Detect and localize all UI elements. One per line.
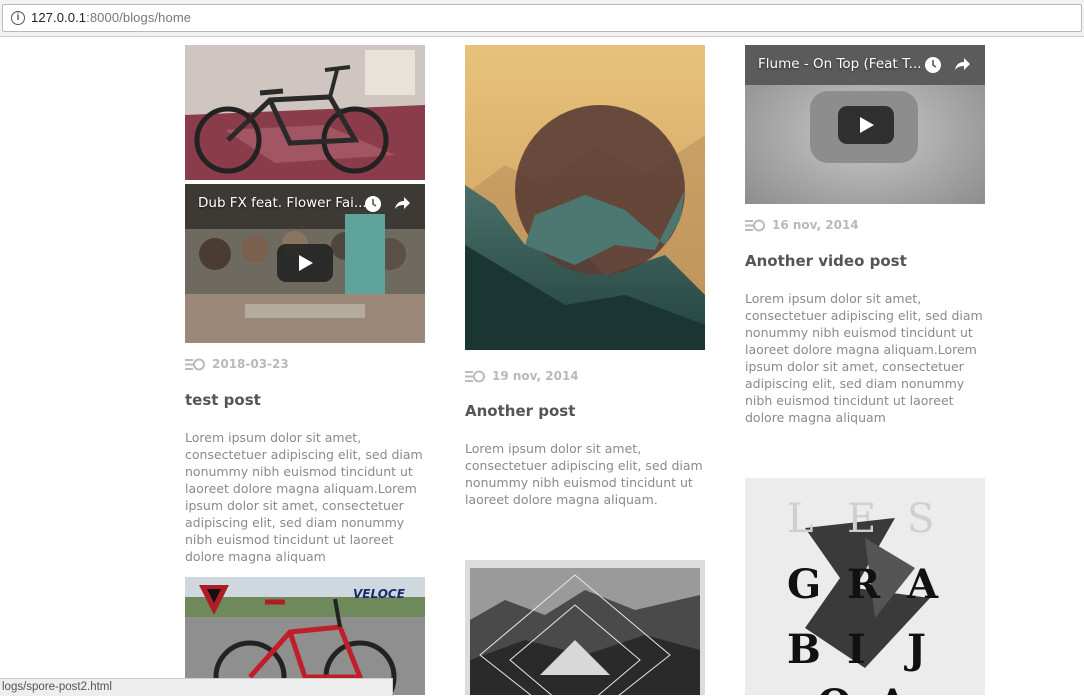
- date-text: 16 nov, 2014: [772, 218, 859, 232]
- post-date: 16 nov, 2014: [745, 218, 859, 232]
- post-title[interactable]: Another post: [465, 402, 575, 420]
- bike-brand-logo: VELOCE: [353, 587, 405, 601]
- video-embed-flume[interactable]: Flume - On Top (Feat T...: [745, 45, 985, 204]
- play-button[interactable]: [277, 244, 333, 282]
- share-icon[interactable]: [392, 194, 412, 214]
- typography-poster-image[interactable]: L E S G R A B I J O A: [745, 478, 985, 695]
- date-text: 19 nov, 2014: [492, 369, 579, 383]
- date-icon: [745, 219, 765, 231]
- browser-address-bar: i 127.0.0.1:8000/blogs/home: [0, 0, 1084, 37]
- video-embed-dubfx[interactable]: Dub FX feat. Flower Fai...: [185, 184, 425, 343]
- share-icon[interactable]: [952, 55, 972, 75]
- url-text[interactable]: 127.0.0.1:8000/blogs/home: [31, 10, 191, 25]
- post-title[interactable]: Another video post: [745, 252, 907, 270]
- date-text: 2018-03-23: [212, 357, 289, 371]
- post-excerpt: Lorem ipsum dolor sit amet, consectetuer…: [185, 430, 423, 564]
- watch-later-icon[interactable]: [363, 194, 383, 214]
- date-icon: [465, 370, 485, 382]
- video-title[interactable]: Dub FX feat. Flower Fai...: [198, 195, 367, 211]
- url-path: :8000/blogs/home: [86, 10, 192, 25]
- forest-photo: [465, 560, 705, 695]
- play-button[interactable]: [838, 106, 894, 144]
- link-status-bar: logs/spore-post2.html: [0, 678, 393, 696]
- mountain-photo: [465, 45, 705, 350]
- forest-image[interactable]: [465, 560, 705, 695]
- poster-photo: [745, 478, 985, 695]
- url-host: 127.0.0.1: [31, 10, 87, 25]
- date-icon: [185, 358, 205, 370]
- mountain-image[interactable]: [465, 45, 705, 350]
- url-field[interactable]: i 127.0.0.1:8000/blogs/home: [2, 4, 1082, 32]
- post-date: 19 nov, 2014: [465, 369, 579, 383]
- bicycle-photo: [185, 45, 425, 180]
- watch-later-icon[interactable]: [923, 55, 943, 75]
- post-date: 2018-03-23: [185, 357, 289, 371]
- post-title[interactable]: test post: [185, 391, 261, 409]
- video-title[interactable]: Flume - On Top (Feat T...: [758, 56, 922, 72]
- bicycle-image[interactable]: [185, 45, 425, 180]
- post-excerpt: Lorem ipsum dolor sit amet, consectetuer…: [465, 441, 703, 507]
- post-excerpt: Lorem ipsum dolor sit amet, consectetuer…: [745, 291, 983, 425]
- info-icon[interactable]: i: [11, 11, 25, 25]
